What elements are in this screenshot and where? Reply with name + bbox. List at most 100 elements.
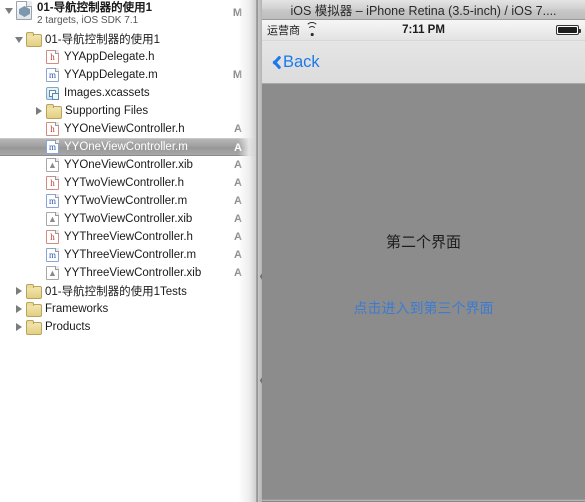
interface-file-icon: ▲ [46,266,59,280]
chevron-left-icon [268,53,279,72]
disclosure-triangle-closed-icon[interactable] [14,300,26,318]
back-button[interactable]: Back [268,53,320,72]
row-twisty-spacer [34,264,46,282]
folder-icon [26,302,42,317]
navigator-row-label: YYTwoViewController.h [64,177,184,189]
ios-navigation-bar: Back [262,41,585,84]
navigator-row-status: A [234,123,242,135]
header-file-icon: h [46,176,59,190]
disclosure-triangle-closed-icon[interactable] [14,318,26,336]
navigator-row[interactable]: 01-导航控制器的使用1 [0,30,258,48]
project-navigator[interactable]: 01-导航控制器的使用1 2 targets, iOS SDK 7.1 M 01… [0,0,258,502]
navigator-row[interactable]: h YYOneViewController.h A [0,120,258,138]
xcode-project-icon [16,1,32,20]
folder-icon [26,32,42,47]
navigator-row-label: Supporting Files [65,105,149,117]
simulator-window-title: iOS 模拟器 – iPhone Retina (3.5-inch) / iOS… [290,4,557,18]
navigator-row[interactable]: h YYAppDelegate.h [0,48,258,66]
row-twisty-spacer [34,156,46,174]
navigator-row-label: YYThreeViewController.xib [64,267,202,279]
source-file-icon: m [46,194,59,208]
navigator-row-label: Frameworks [45,303,109,315]
navigator-row[interactable]: h YYThreeViewController.h A [0,228,258,246]
navigator-row[interactable]: m YYAppDelegate.m M [0,66,258,84]
header-file-icon: h [46,230,59,244]
app-window: 01-导航控制器的使用1 2 targets, iOS SDK 7.1 M 01… [0,0,585,502]
simulator-bottom-edge [262,498,585,502]
row-twisty-spacer [34,66,46,84]
navigator-row-status: A [234,159,242,171]
navigator-row-label: Images.xcassets [64,87,150,99]
navigator-row[interactable]: Frameworks [0,300,258,318]
navigator-row-status: M [232,69,242,81]
navigator-row-status: A [234,267,242,279]
row-twisty-spacer [34,120,46,138]
ios-status-bar: 运营商 7:11 PM [262,20,585,41]
interface-file-icon: ▲ [46,212,59,226]
navigator-row-status: A [234,142,242,154]
navigator-row-status: A [234,177,242,189]
navigator-rows[interactable]: 01-导航控制器的使用1 h YYAppDelegate.h m YYAppDelega… [0,30,258,336]
navigator-row[interactable]: ▲ YYOneViewController.xib A [0,156,258,174]
navigator-row-label: 01-导航控制器的使用1 [45,34,161,46]
navigator-row-label: 01-导航控制器的使用1Tests [45,286,187,298]
navigator-row[interactable]: ▲ YYTwoViewController.xib A [0,210,258,228]
project-subtitle: 2 targets, iOS SDK 7.1 [37,15,139,27]
navigator-row[interactable]: Products [0,318,258,336]
source-file-icon: m [46,68,59,82]
ios-screen-content[interactable]: 第二个界面 点击进入到第三个界面 [262,85,585,502]
header-file-icon: h [46,122,59,136]
row-twisty-spacer [34,174,46,192]
disclosure-triangle-open-icon[interactable] [14,30,26,48]
navigator-row-label: YYThreeViewController.m [64,249,197,261]
header-file-icon: h [46,50,59,64]
navigator-row-status: A [234,231,242,243]
battery-icon [556,25,581,35]
navigator-row[interactable]: Images.xcassets [0,84,258,102]
source-file-icon: m [46,140,59,154]
folder-icon [26,284,42,299]
disclosure-triangle-closed-icon[interactable] [14,282,26,300]
row-twisty-spacer [34,84,46,102]
ios-simulator-window[interactable]: iOS 模拟器 – iPhone Retina (3.5-inch) / iOS… [262,0,585,502]
navigator-row-label: YYAppDelegate.h [64,51,155,63]
asset-catalog-icon [46,86,59,100]
interface-file-icon: ▲ [46,158,59,172]
row-twisty-spacer [34,192,46,210]
project-text: 01-导航控制器的使用1 2 targets, iOS SDK 7.1 [37,1,152,28]
navigator-row[interactable]: h YYTwoViewController.h A [0,174,258,192]
back-button-label: Back [283,52,320,71]
navigator-row[interactable]: ▲ YYThreeViewController.xib A [0,264,258,282]
navigator-row[interactable]: 01-导航控制器的使用1Tests [0,282,258,300]
navigator-row[interactable]: Supporting Files [0,102,258,120]
navigator-row-label: YYOneViewController.m [64,141,188,153]
simulator-titlebar[interactable]: iOS 模拟器 – iPhone Retina (3.5-inch) / iOS… [262,0,585,20]
navigator-row-label: YYAppDelegate.m [64,69,158,81]
project-navigator-scroll-area[interactable]: 01-导航控制器的使用1 2 targets, iOS SDK 7.1 M 01… [0,0,258,502]
row-twisty-spacer [34,228,46,246]
status-bar-clock: 7:11 PM [402,24,445,36]
row-twisty-spacer [34,48,46,66]
next-screen-link[interactable]: 点击进入到第三个界面 [262,298,585,318]
folder-icon [46,104,62,119]
navigator-row-status: A [234,213,242,225]
navigator-row-status: A [234,249,242,261]
project-status-badge: M [232,7,242,19]
disclosure-triangle-closed-icon[interactable] [34,102,46,120]
navigator-row[interactable]: m YYTwoViewController.m A [0,192,258,210]
project-name: 01-导航控制器的使用1 [37,2,153,14]
row-twisty-spacer [34,210,46,228]
folder-icon [26,320,42,335]
row-twisty-spacer [34,246,46,264]
navigator-row-label: YYOneViewController.xib [64,159,193,171]
screen-title-label: 第二个界面 [385,234,461,251]
navigator-row[interactable]: m YYOneViewController.m A [0,138,258,156]
navigator-row-label: YYOneViewController.h [64,123,185,135]
navigator-row-status: A [234,195,242,207]
navigator-row[interactable]: m YYThreeViewController.m A [0,246,258,264]
row-twisty-spacer [34,138,46,156]
navigator-row-label: Products [45,321,91,333]
navigator-row-label: YYThreeViewController.h [64,231,193,243]
disclosure-triangle-open-icon[interactable] [4,1,16,19]
navigator-row-project[interactable]: 01-导航控制器的使用1 2 targets, iOS SDK 7.1 M [0,0,258,30]
